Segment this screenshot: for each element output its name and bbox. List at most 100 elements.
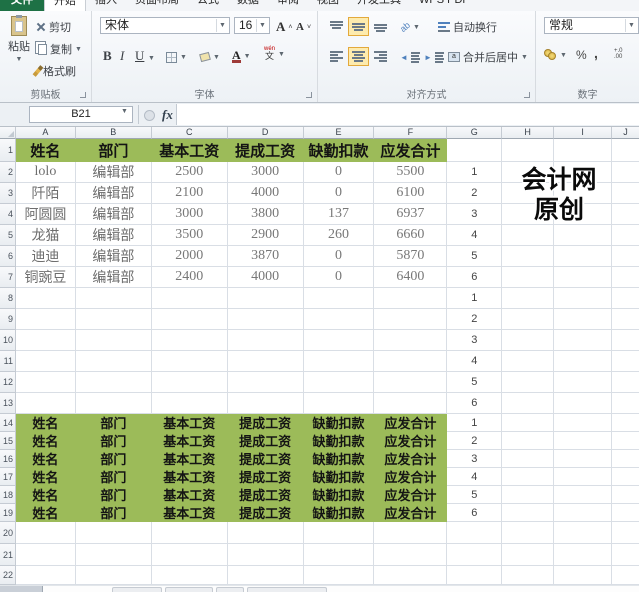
empty-cell[interactable]	[554, 414, 613, 432]
italic-button[interactable]: I	[120, 47, 124, 65]
empty-cell[interactable]	[554, 432, 613, 450]
empty-cell[interactable]	[151, 309, 228, 330]
empty-cell[interactable]	[502, 432, 555, 450]
select-all-corner[interactable]	[0, 127, 16, 139]
empty-cell[interactable]	[554, 267, 613, 288]
seq-cell[interactable]: 4	[447, 225, 503, 246]
seq-cell[interactable]: 6	[447, 504, 503, 522]
row-header-8[interactable]: 8	[0, 288, 16, 309]
header-cell[interactable]: 应发合计	[374, 504, 448, 522]
font-dialog-launcher-icon[interactable]	[306, 92, 312, 98]
empty-cell[interactable]	[303, 288, 375, 309]
row-header-19[interactable]: 19	[0, 504, 16, 522]
empty-cell[interactable]	[554, 225, 613, 246]
empty-cell[interactable]	[554, 486, 613, 504]
row-header-22[interactable]: 22	[0, 566, 16, 585]
empty-cell[interactable]	[554, 566, 613, 585]
align-top-button[interactable]	[326, 17, 347, 36]
header-cell[interactable]: 缺勤扣款	[303, 450, 375, 468]
ribbon-tab[interactable]: WPS PDF	[410, 0, 478, 11]
header-cell[interactable]: 应发合计	[374, 139, 448, 162]
header-cell[interactable]: 部门	[75, 468, 152, 486]
empty-cell[interactable]	[374, 330, 448, 351]
ribbon-tab[interactable]: 页面布局	[126, 0, 188, 11]
empty-cell[interactable]	[554, 544, 613, 566]
empty-cell[interactable]	[612, 183, 639, 204]
seq-cell[interactable]: 5	[447, 372, 503, 393]
base-salary-cell[interactable]: 3500	[151, 225, 228, 246]
header-cell[interactable]: 部门	[75, 504, 152, 522]
empty-cell[interactable]	[502, 522, 555, 544]
accounting-format-button[interactable]: ▼	[544, 46, 567, 64]
empty-cell[interactable]	[554, 246, 613, 267]
empty-cell[interactable]	[15, 393, 76, 414]
empty-cell[interactable]	[502, 309, 555, 330]
empty-cell[interactable]	[374, 566, 448, 585]
seq-cell[interactable]: 6	[447, 393, 503, 414]
header-cell[interactable]: 部门	[75, 432, 152, 450]
ribbon-tab[interactable]: 视图	[308, 0, 348, 11]
header-cell[interactable]: 部门	[75, 414, 152, 432]
header-cell[interactable]: 基本工资	[151, 450, 228, 468]
col-header-A[interactable]: A	[15, 127, 76, 139]
empty-cell[interactable]	[15, 544, 76, 566]
total-pay-cell[interactable]: 6400	[374, 267, 448, 288]
empty-cell[interactable]	[447, 544, 503, 566]
copy-button[interactable]: 复制 ▼	[36, 40, 82, 58]
empty-cell[interactable]	[612, 468, 639, 486]
empty-cell[interactable]	[502, 414, 555, 432]
empty-cell[interactable]	[612, 288, 639, 309]
empty-cell[interactable]	[502, 351, 555, 372]
empty-cell[interactable]	[502, 468, 555, 486]
empty-cell[interactable]	[502, 504, 555, 522]
empty-cell[interactable]	[554, 139, 613, 162]
employee-name-cell[interactable]: 阡陌	[15, 183, 76, 204]
empty-cell[interactable]	[612, 372, 639, 393]
empty-cell[interactable]	[227, 309, 304, 330]
wrap-text-button[interactable]: 自动换行	[438, 18, 497, 36]
absence-deduction-cell[interactable]: 0	[303, 162, 375, 183]
paste-button[interactable]: 粘贴 ▼	[6, 15, 32, 76]
empty-cell[interactable]	[75, 566, 152, 585]
row-header-1[interactable]: 1	[0, 139, 16, 162]
seq-cell[interactable]: 6	[447, 267, 503, 288]
sheet-tab[interactable]	[216, 587, 244, 592]
empty-cell[interactable]	[303, 372, 375, 393]
row-header-4[interactable]: 4	[0, 204, 16, 225]
header-cell[interactable]: 应发合计	[374, 450, 448, 468]
header-cell[interactable]: 姓名	[15, 468, 76, 486]
empty-cell[interactable]	[75, 288, 152, 309]
empty-cell[interactable]	[151, 522, 228, 544]
base-salary-cell[interactable]: 2100	[151, 183, 228, 204]
col-header-E[interactable]: E	[303, 127, 375, 139]
empty-cell[interactable]	[303, 522, 375, 544]
total-pay-cell[interactable]: 6100	[374, 183, 448, 204]
empty-cell[interactable]	[374, 309, 448, 330]
header-cell[interactable]: 姓名	[15, 504, 76, 522]
row-header-2[interactable]: 2	[0, 162, 16, 183]
ribbon-tab[interactable]: 开始	[44, 0, 86, 11]
row-header-21[interactable]: 21	[0, 544, 16, 566]
col-header-G[interactable]: G	[447, 127, 503, 139]
empty-cell[interactable]	[502, 544, 555, 566]
empty-cell[interactable]	[303, 330, 375, 351]
absence-deduction-cell[interactable]: 260	[303, 225, 375, 246]
base-salary-cell[interactable]: 2000	[151, 246, 228, 267]
commission-cell[interactable]: 3000	[227, 162, 304, 183]
row-header-11[interactable]: 11	[0, 351, 16, 372]
ribbon-tab[interactable]: 数据	[228, 0, 268, 11]
ribbon-tab[interactable]: 插入	[86, 0, 126, 11]
total-pay-cell[interactable]: 6937	[374, 204, 448, 225]
header-cell[interactable]: 提成工资	[227, 486, 304, 504]
sheet-tab[interactable]	[165, 587, 213, 592]
empty-cell[interactable]	[502, 566, 555, 585]
header-cell[interactable]: 应发合计	[374, 432, 448, 450]
seq-cell[interactable]: 1	[447, 414, 503, 432]
empty-cell[interactable]	[502, 450, 555, 468]
seq-cell[interactable]: 3	[447, 204, 503, 225]
seq-cell[interactable]: 2	[447, 432, 503, 450]
empty-cell[interactable]	[75, 309, 152, 330]
empty-cell[interactable]	[303, 309, 375, 330]
empty-cell[interactable]	[374, 522, 448, 544]
empty-cell[interactable]	[554, 309, 613, 330]
